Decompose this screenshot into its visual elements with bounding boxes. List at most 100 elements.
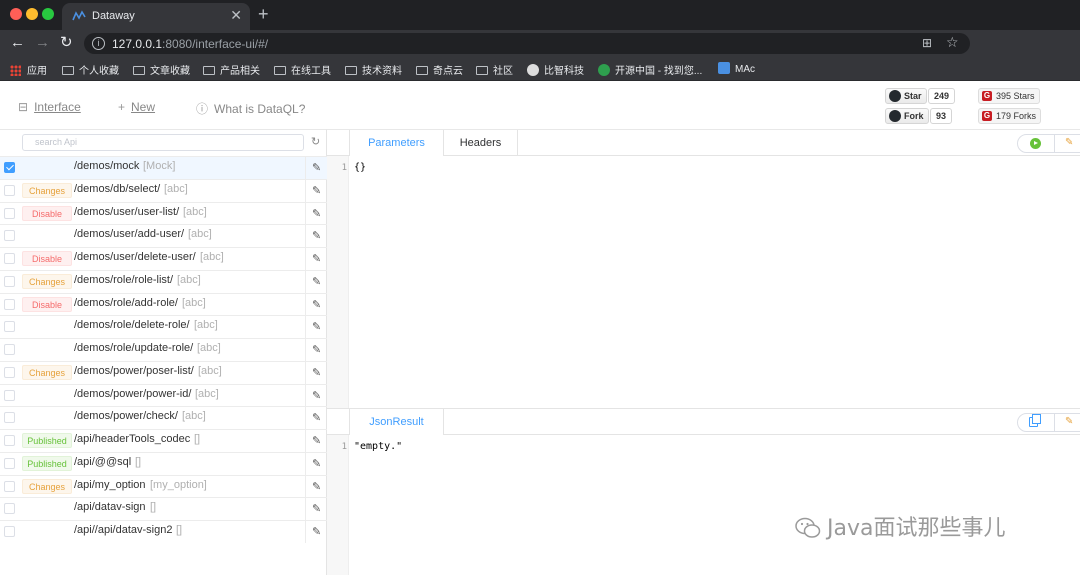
url-input[interactable]: i 127.0.0.1:8080/interface-ui/#/ ⊞ ☆ (84, 33, 970, 54)
api-row[interactable]: Disable/demos/user/delete-user/ [abc] ✎ (0, 247, 327, 270)
github-star-button[interactable]: Star (885, 88, 927, 104)
api-path[interactable]: /api/datav-sign (74, 501, 146, 513)
edit-api-button[interactable]: ✎ (305, 452, 327, 475)
gitee-forks-badge[interactable]: G 179 Forks (978, 108, 1042, 124)
forward-arrow-icon[interactable]: → (35, 34, 50, 52)
api-checkbox[interactable] (4, 480, 15, 492)
menu-interface[interactable]: ⊟ Interface (18, 100, 81, 114)
api-row[interactable]: Changes/demos/db/select/ [abc] ✎ (0, 178, 327, 202)
api-checkbox[interactable] (4, 253, 15, 264)
api-row[interactable]: Editor/api//api/datav-sign2[]✎ (0, 520, 1080, 543)
format-brush-icon[interactable]: ✎ (1065, 137, 1073, 148)
edit-api-button[interactable]: ✎ (305, 498, 327, 521)
bookmark-site[interactable]: 开源中国 - 找到您... (598, 62, 702, 77)
bookmark-folder[interactable]: 社区 (476, 62, 513, 77)
maximize-window-button[interactable] (42, 8, 54, 20)
api-row[interactable]: Editor/demos/power/check/[abc]✎ (0, 406, 1080, 430)
api-path[interactable]: /demos/user/add-user/ (74, 228, 184, 240)
gitee-stars-badge[interactable]: G 395 Stars (978, 88, 1040, 104)
api-path[interactable]: /api/headerTools_codec (74, 433, 190, 445)
edit-api-button[interactable]: ✎ (305, 157, 327, 179)
api-path[interactable]: /demos/user/user-list/ (74, 206, 179, 218)
api-checkbox[interactable] (4, 344, 15, 355)
format-brush-icon[interactable]: ✎ (1065, 416, 1073, 427)
api-row[interactable]: Changes/demos/power/poser-list/ [abc] ✎ (0, 360, 327, 384)
api-checkbox[interactable] (4, 275, 15, 287)
github-fork-count[interactable]: 93 (930, 108, 953, 124)
api-path[interactable]: /demos/role/role-list/ (74, 274, 173, 286)
edit-api-button[interactable]: ✎ (305, 521, 327, 543)
bookmark-folder[interactable]: 产品相关 (203, 62, 260, 77)
browser-tab[interactable]: Dataway ✕ (62, 3, 250, 30)
reload-icon[interactable]: ↻ (60, 34, 73, 52)
api-path[interactable]: /demos/mock (74, 160, 139, 172)
result-editor[interactable]: 1 "empty." (327, 435, 1080, 575)
api-checkbox[interactable] (4, 389, 15, 401)
tab-close-icon[interactable]: ✕ (230, 7, 242, 24)
menu-new[interactable]: + New (118, 100, 155, 114)
new-tab-icon[interactable]: + (258, 4, 269, 25)
api-row[interactable]: Editor/demos/role/delete-role/[abc]✎ (0, 315, 1080, 339)
edit-api-button[interactable]: ✎ (305, 361, 327, 384)
edit-api-button[interactable]: ✎ (305, 202, 327, 225)
api-row[interactable]: Disable/demos/user/user-list/ [abc] ✎ (0, 201, 327, 225)
menu-what-is-dataql[interactable]: ⓘ What is DataQL? (196, 100, 305, 117)
edit-api-button[interactable]: ✎ (305, 407, 327, 430)
api-row[interactable]: Changes/api/my_option [my_option] ✎ (0, 474, 327, 498)
refresh-icon[interactable]: ↻ (311, 135, 320, 148)
api-path[interactable]: /demos/power/power-id/ (74, 388, 191, 400)
bookmark-site[interactable]: MAc (718, 62, 755, 75)
parameters-code[interactable]: {} (354, 162, 366, 173)
minimize-window-button[interactable] (26, 8, 38, 20)
api-checkbox[interactable] (4, 503, 15, 515)
edit-api-button[interactable]: ✎ (305, 384, 327, 407)
api-row[interactable]: Editor/demos/power/power-id/[abc]✎ (0, 383, 1080, 407)
info-icon[interactable]: i (92, 37, 105, 50)
api-checkbox[interactable] (4, 230, 15, 242)
api-checkbox[interactable] (4, 457, 15, 469)
api-checkbox[interactable] (4, 298, 15, 310)
edit-api-button[interactable]: ✎ (305, 316, 327, 339)
api-checkbox[interactable] (4, 526, 15, 537)
edit-api-button[interactable]: ✎ (305, 179, 327, 202)
api-checkbox[interactable] (4, 207, 15, 219)
edit-api-button[interactable]: ✎ (305, 270, 327, 293)
bookmark-star-icon[interactable]: ☆ (946, 34, 959, 51)
edit-api-button[interactable]: ✎ (305, 225, 327, 248)
bookmark-folder[interactable]: 技术资料 (345, 62, 402, 77)
api-path[interactable]: /api//api/datav-sign2 (74, 524, 172, 536)
api-path[interactable]: /demos/power/check/ (74, 410, 178, 422)
edit-api-button[interactable]: ✎ (305, 339, 327, 361)
api-row[interactable]: Editor/demos/role/update-role/[abc]✎ (0, 338, 1080, 361)
tab-parameters[interactable]: Parameters (349, 130, 444, 156)
api-row[interactable]: Editor/demos/user/add-user/[abc]✎ (0, 224, 1080, 248)
api-path[interactable]: /demos/db/select/ (74, 183, 160, 195)
back-arrow-icon[interactable]: ← (10, 34, 25, 52)
bookmark-folder[interactable]: 奇点云 (416, 62, 463, 77)
parameters-editor[interactable]: 1 {} (327, 156, 1080, 408)
api-path[interactable]: /demos/role/add-role/ (74, 297, 178, 309)
api-path[interactable]: /demos/role/delete-role/ (74, 319, 190, 331)
api-path[interactable]: /demos/user/delete-user/ (74, 251, 196, 263)
bookmark-folder[interactable]: 文章收藏 (133, 62, 190, 77)
search-api-input[interactable]: search Api (22, 134, 304, 151)
api-checkbox[interactable] (4, 184, 15, 196)
api-path[interactable]: /demos/power/poser-list/ (74, 365, 194, 377)
translate-icon[interactable]: ⊞ (922, 36, 932, 50)
api-path[interactable]: /demos/role/update-role/ (74, 342, 193, 354)
copy-icon[interactable] (1029, 414, 1041, 427)
tab-headers[interactable]: Headers (444, 130, 518, 156)
edit-api-button[interactable]: ✎ (305, 248, 327, 270)
api-checkbox[interactable] (4, 366, 15, 378)
bookmark-apps[interactable]: 应用 (10, 62, 47, 77)
bookmark-site[interactable]: 比智科技 (527, 62, 584, 77)
edit-api-button[interactable]: ✎ (305, 430, 327, 452)
github-fork-button[interactable]: Fork (885, 108, 929, 124)
api-row[interactable]: Editor/api/datav-sign[]✎ (0, 497, 1080, 521)
api-path[interactable]: /api/@@sql (74, 456, 131, 468)
api-checkbox[interactable] (4, 412, 15, 424)
api-row[interactable]: Disable/demos/role/add-role/ [abc] ✎ (0, 292, 327, 316)
api-row[interactable]: Published/api/headerTools_codec [] ✎ (0, 429, 327, 452)
api-row[interactable]: Published/api/@@sql [] ✎ (0, 451, 327, 475)
api-row[interactable]: Editor/demos/mock[Mock]✎ (0, 156, 1080, 179)
